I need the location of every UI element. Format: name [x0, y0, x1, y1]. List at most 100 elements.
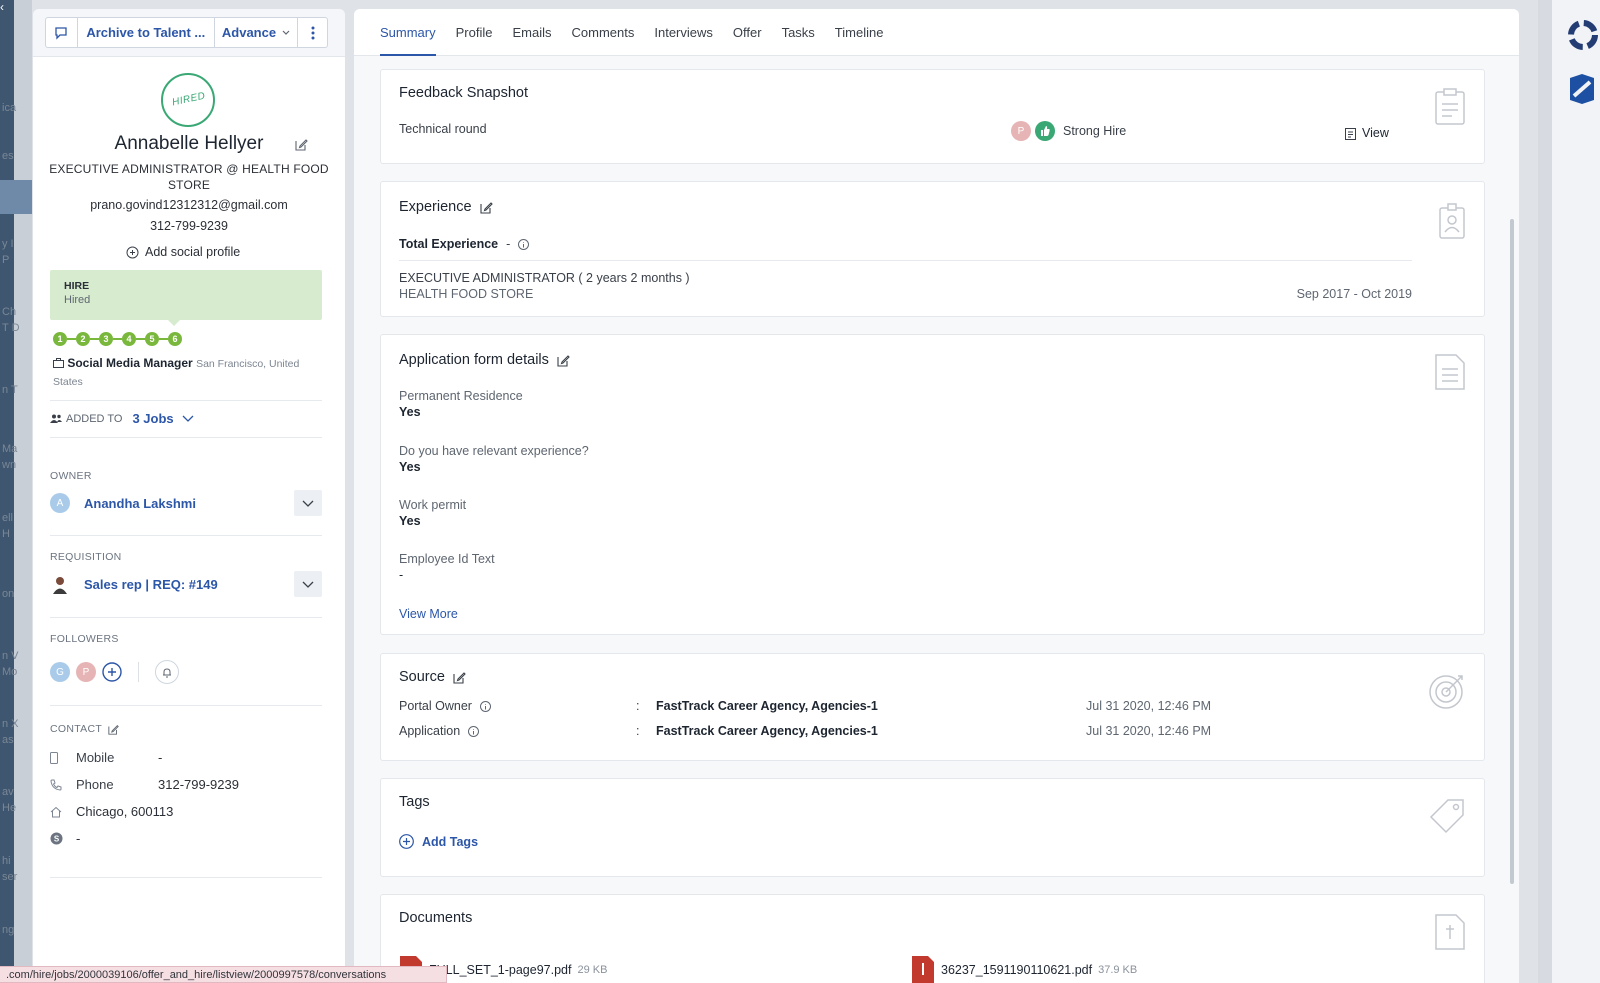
edit-name-icon[interactable]	[295, 138, 308, 151]
add-social-label: Add social profile	[145, 245, 241, 259]
avatar[interactable]: G	[50, 662, 70, 682]
tab-offer[interactable]: Offer	[733, 9, 762, 56]
app-logo-icon[interactable]	[1566, 72, 1598, 106]
add-tags-label: Add Tags	[422, 834, 479, 849]
added-to-count[interactable]: 3 Jobs	[132, 411, 173, 426]
tab-comments[interactable]: Comments	[572, 9, 635, 56]
owner-dropdown-button[interactable]	[294, 490, 322, 516]
form-field-value: Yes	[399, 405, 421, 419]
requisition-dropdown-button[interactable]	[294, 571, 322, 597]
scrollbar[interactable]	[1510, 219, 1514, 884]
followers-label: FOLLOWERS	[50, 633, 119, 645]
bg-text: n X	[2, 718, 19, 730]
close-icon[interactable]: ‹	[0, 0, 4, 14]
added-to-label: ADDED TO	[66, 412, 123, 425]
phone-value[interactable]: 312-799-9239	[158, 777, 239, 792]
add-social-profile-link[interactable]: Add social profile	[126, 245, 240, 259]
chevron-down-icon	[302, 500, 314, 507]
bg-text: Ch	[2, 306, 17, 318]
tab-interviews[interactable]: Interviews	[654, 9, 713, 56]
documents-card: Documents FULL_SET_1-page97.pdf 29 KB 36…	[380, 894, 1485, 983]
experience-title: Experience	[399, 199, 472, 215]
experience-dates: Sep 2017 - Oct 2019	[1296, 287, 1412, 301]
tags-title: Tags	[399, 794, 430, 810]
add-tags-button[interactable]: Add Tags	[399, 834, 478, 849]
bg-text: T D	[2, 322, 20, 334]
edit-application-icon[interactable]	[557, 354, 570, 367]
bg-text: n T	[2, 384, 18, 396]
candidate-panel: Archive to Talent ... Advance HIRED Anna…	[33, 9, 345, 983]
skype-value: -	[76, 831, 81, 846]
info-icon[interactable]	[518, 238, 530, 250]
bg-text: hi	[2, 855, 11, 867]
view-more-link[interactable]: View More	[399, 607, 458, 621]
mobile-value: -	[158, 750, 163, 765]
tab-timeline[interactable]: Timeline	[835, 9, 884, 56]
info-icon[interactable]	[479, 700, 491, 712]
source-row-sep: :	[636, 724, 640, 738]
candidate-email[interactable]: prano.govind12312312@gmail.com	[33, 198, 345, 212]
advance-button[interactable]: Advance	[215, 18, 299, 47]
requisition-name[interactable]: Sales rep | REQ: #149	[84, 577, 218, 592]
bg-text: n V	[2, 650, 19, 662]
stage-step[interactable]: 3	[99, 332, 113, 346]
more-options-button[interactable]	[298, 18, 327, 47]
owner-label: OWNER	[50, 470, 92, 482]
candidate-phone[interactable]: 312-799-9239	[33, 219, 345, 233]
tab-tasks[interactable]: Tasks	[782, 9, 815, 56]
comment-button[interactable]	[46, 18, 78, 47]
source-card: Source Portal Owner : FastTrack Career A…	[380, 653, 1485, 761]
add-follower-icon[interactable]	[102, 662, 122, 682]
plus-circle-icon	[126, 246, 139, 258]
document-attachment-icon	[1435, 914, 1465, 950]
source-title: Source	[399, 669, 445, 685]
advance-label: Advance	[221, 25, 277, 40]
source-row-sep: :	[636, 699, 640, 713]
stage-step[interactable]: 6	[168, 332, 182, 346]
avatar[interactable]: P	[76, 662, 96, 682]
tab-emails[interactable]: Emails	[512, 9, 551, 56]
archive-to-talent-button[interactable]: Archive to Talent ...	[78, 18, 215, 47]
bg-text: P	[2, 254, 10, 266]
avatar	[53, 577, 67, 594]
tag-icon	[1429, 799, 1464, 834]
logo-ring-icon[interactable]	[1566, 18, 1600, 52]
home-icon	[50, 806, 62, 817]
stage-progress: 1 2 3 4 5 6	[53, 332, 182, 346]
clipboard-checklist-icon	[1435, 88, 1465, 125]
source-row-value: FastTrack Career Agency, Agencies-1	[656, 724, 878, 738]
notify-button[interactable]	[155, 660, 179, 684]
stage-step[interactable]: 4	[122, 332, 136, 346]
added-to-jobs[interactable]: ADDED TO 3 Jobs	[50, 411, 194, 426]
stage-step[interactable]: 2	[76, 332, 90, 346]
bg-text: ser	[2, 871, 18, 883]
tab-summary[interactable]: Summary	[380, 9, 436, 56]
phone-icon	[50, 779, 62, 791]
source-row-date: Jul 31 2020, 12:46 PM	[1086, 699, 1212, 713]
address-value: Chicago, 600113	[76, 804, 174, 819]
view-label: View	[1362, 126, 1389, 140]
document-file[interactable]: 36237_1591190110621.pdf 37.9 KB	[911, 955, 1137, 983]
stage-step[interactable]: 1	[53, 332, 67, 346]
bg-text: es	[2, 150, 14, 162]
feedback-view-button[interactable]: View	[1345, 126, 1389, 140]
tab-profile[interactable]: Profile	[456, 9, 493, 56]
bg-text: av	[2, 786, 14, 798]
feedback-rating: P Strong Hire	[1011, 121, 1126, 141]
edit-source-icon[interactable]	[453, 671, 466, 684]
edit-contact-icon[interactable]	[108, 724, 119, 735]
skype-icon: S	[50, 832, 63, 845]
bg-text: Mo	[2, 666, 18, 678]
experience-card: Experience Total Experience - EXECUTIVE …	[380, 181, 1485, 317]
feedback-round: Technical round	[399, 122, 487, 136]
job-title[interactable]: Social Media Manager	[67, 356, 192, 370]
owner-name[interactable]: Anandha Lakshmi	[84, 496, 196, 511]
total-experience: Total Experience -	[399, 237, 530, 251]
edit-experience-icon[interactable]	[479, 201, 493, 214]
mobile-icon	[50, 751, 58, 764]
info-icon[interactable]	[468, 725, 480, 737]
stage-step[interactable]: 5	[145, 332, 159, 346]
candidate-actions-bar: Archive to Talent ... Advance	[33, 9, 345, 57]
contact-phone: Phone 312-799-9239	[50, 777, 322, 792]
tab-bar: Summary Profile Emails Comments Intervie…	[354, 9, 1519, 56]
